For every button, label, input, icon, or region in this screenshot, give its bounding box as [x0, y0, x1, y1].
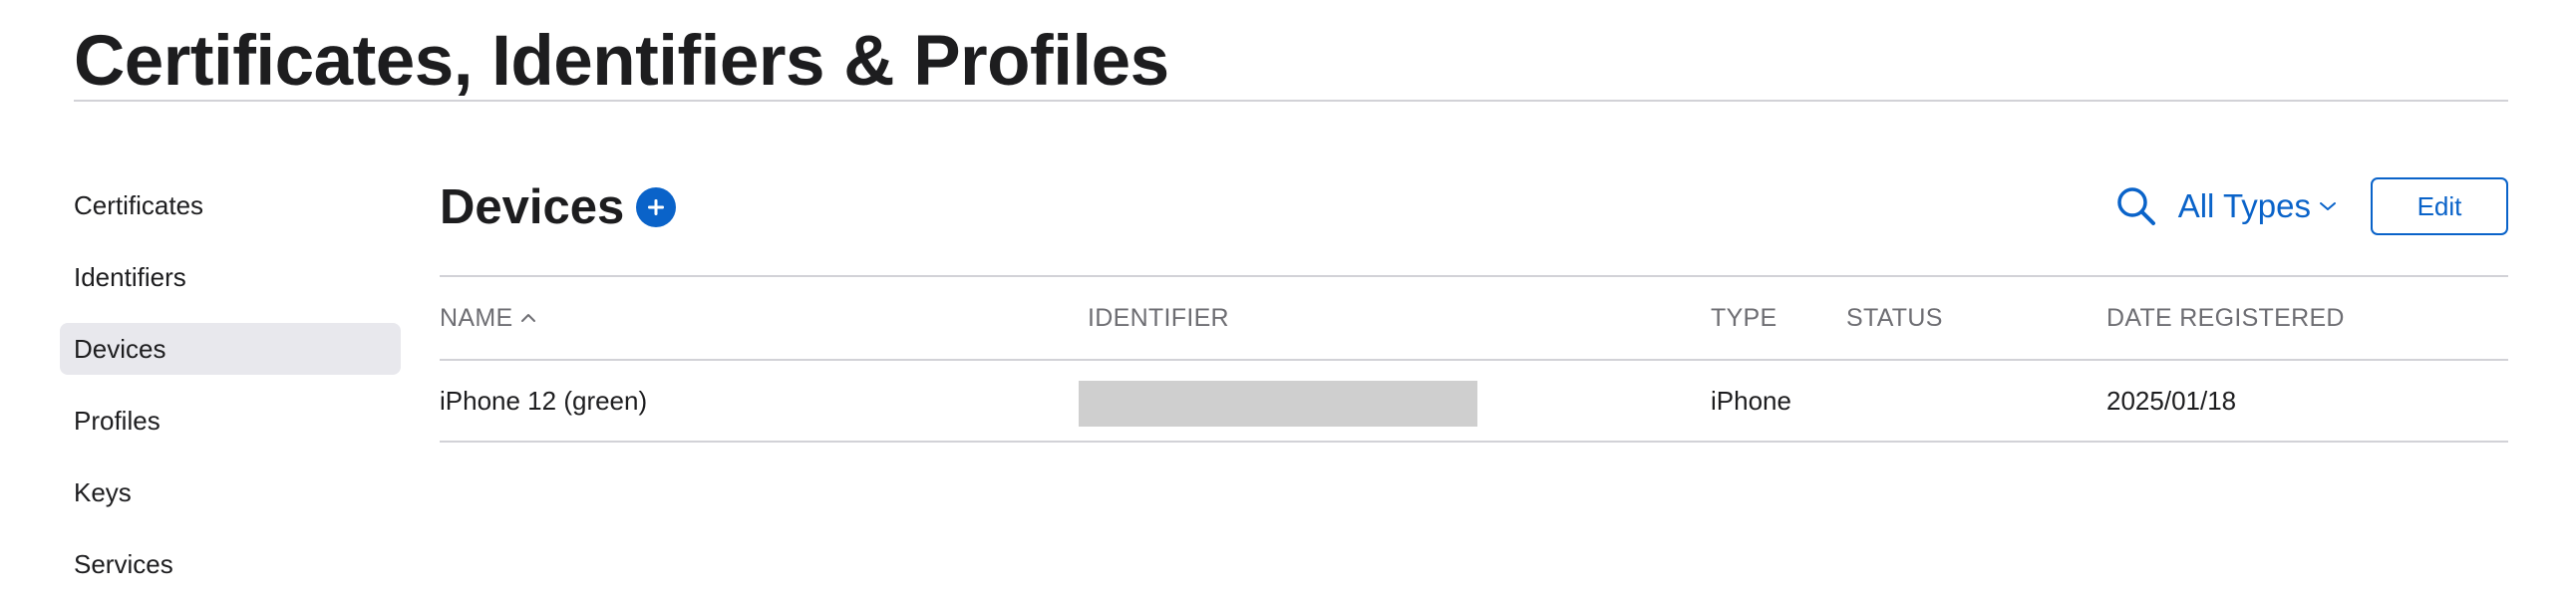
sidebar-item-services[interactable]: Services	[60, 538, 401, 590]
device-date-cell: 2025/01/18	[2106, 385, 2237, 416]
plus-circle-icon	[648, 199, 665, 215]
column-header-name-label: NAME	[440, 303, 513, 332]
section-header: Devices	[440, 171, 677, 243]
toolbar: All Types Edit	[2114, 175, 2508, 237]
column-header-date-registered[interactable]: DATE REGISTERED	[2106, 277, 2345, 359]
sidebar-item-devices[interactable]: Devices	[60, 323, 401, 375]
add-device-button[interactable]	[636, 187, 677, 227]
column-header-status[interactable]: STATUS	[1846, 277, 1943, 359]
sidebar-nav: Certificates Identifiers Devices Profile…	[60, 179, 401, 610]
device-type-cell: iPhone	[1711, 385, 1791, 416]
table-header: NAME IDENTIFIER TYPE STATUS DATE REGISTE…	[440, 277, 2508, 359]
sidebar-item-profiles[interactable]: Profiles	[60, 395, 401, 447]
column-header-name[interactable]: NAME	[440, 277, 536, 359]
devices-table: NAME IDENTIFIER TYPE STATUS DATE REGISTE…	[440, 275, 2508, 443]
sidebar-item-keys[interactable]: Keys	[60, 466, 401, 518]
title-divider	[74, 100, 2508, 102]
column-header-type[interactable]: TYPE	[1711, 277, 1777, 359]
type-filter-label: All Types	[2177, 187, 2311, 224]
table-row[interactable]: iPhone 12 (green) iPhone 2025/01/18	[440, 361, 2508, 441]
sidebar-item-identifiers[interactable]: Identifiers	[60, 251, 401, 303]
search-icon	[2116, 187, 2155, 225]
search-button[interactable]	[2114, 184, 2158, 228]
section-title: Devices	[440, 180, 625, 234]
sort-ascending-icon	[520, 312, 536, 324]
sidebar-item-certificates[interactable]: Certificates	[60, 179, 401, 231]
identifier-redacted-cell	[1079, 381, 1477, 427]
page-title: Certificates, Identifiers & Profiles	[74, 22, 1169, 101]
chevron-down-icon	[2319, 200, 2337, 212]
device-name-cell[interactable]: iPhone 12 (green)	[440, 361, 647, 441]
type-filter-dropdown[interactable]: All Types	[2178, 187, 2337, 225]
edit-button[interactable]: Edit	[2371, 177, 2508, 235]
table-bottom-divider	[440, 441, 2508, 443]
column-header-identifier[interactable]: IDENTIFIER	[1088, 277, 1229, 359]
